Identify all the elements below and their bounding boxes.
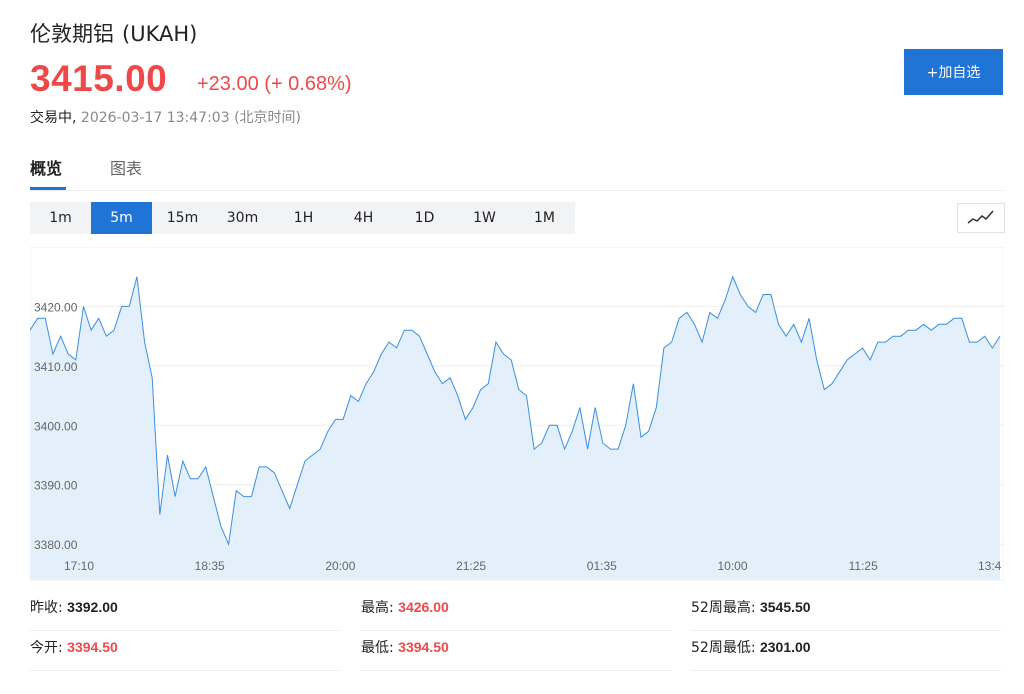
tab-bar: 概览 图表 bbox=[30, 150, 1004, 191]
stat-open: 今开: 3394.50 bbox=[30, 630, 340, 671]
trading-status: 交易中, 2026-03-17 13:47:03 (北京时间) bbox=[30, 107, 301, 127]
prev-close-value: 3392.00 bbox=[67, 599, 118, 615]
period-1w[interactable]: 1W bbox=[454, 202, 515, 234]
period-30m[interactable]: 30m bbox=[212, 202, 273, 234]
stat-52w-high: 52周最高: 3545.50 bbox=[691, 590, 1001, 631]
y-tick-label: 3380.00 bbox=[34, 538, 78, 552]
tab-chart[interactable]: 图表 bbox=[110, 155, 142, 179]
high-label: 最高: bbox=[361, 600, 394, 616]
stat-prev-close: 昨收: 3392.00 bbox=[30, 590, 340, 631]
instrument-name: 伦敦期铝 bbox=[30, 22, 114, 46]
x-tick-label: 10:00 bbox=[717, 559, 747, 573]
stat-low: 最低: 3394.50 bbox=[361, 630, 671, 671]
y-tick-label: 3400.00 bbox=[34, 419, 78, 433]
price-chart-svg: 3420.00 3410.00 3400.00 3390.00 3380.00 17:1… bbox=[29, 246, 1005, 581]
current-price: 3415.00 bbox=[30, 58, 168, 99]
price-change: +23.00 (+ 0.68%) bbox=[197, 73, 352, 95]
week52-high-value: 3545.50 bbox=[759, 599, 811, 615]
instrument-title: 伦敦期铝 (UKAH) bbox=[30, 18, 197, 48]
x-tick-label: 11:25 bbox=[849, 559, 878, 573]
x-tick-label: 17:10 bbox=[64, 559, 94, 573]
prev-close-label: 昨收: bbox=[30, 600, 63, 616]
x-tick-label: 18:35 bbox=[195, 559, 225, 573]
x-tick-label: 13:4 bbox=[978, 559, 1002, 573]
period-1mo[interactable]: 1M bbox=[514, 202, 575, 234]
y-tick-label: 3390.00 bbox=[34, 479, 78, 493]
stat-52w-low: 52周最低: 2301.00 bbox=[691, 630, 1001, 671]
active-tab-indicator bbox=[30, 187, 66, 190]
timestamp: 2026-03-17 13:47:03 bbox=[80, 110, 230, 126]
week52-low-value: 2301.00 bbox=[759, 639, 811, 655]
y-tick-label: 3410.00 bbox=[34, 360, 78, 374]
chart-type-button[interactable] bbox=[957, 203, 1005, 233]
week52-low-label: 52周最低: bbox=[691, 640, 756, 656]
x-tick-label: 01:35 bbox=[587, 559, 617, 573]
add-to-watchlist-button[interactable]: +加自选 bbox=[904, 49, 1003, 95]
open-value: 3394.50 bbox=[67, 639, 118, 655]
period-5m[interactable]: 5m bbox=[91, 202, 152, 234]
timezone-label: (北京时间) bbox=[234, 110, 301, 126]
period-4h[interactable]: 4H bbox=[333, 202, 394, 234]
period-1d[interactable]: 1D bbox=[394, 202, 455, 234]
period-1h[interactable]: 1H bbox=[273, 202, 334, 234]
low-label: 最低: bbox=[361, 640, 394, 656]
high-value: 3426.00 bbox=[398, 599, 449, 615]
period-selector: 1m 5m 15m 30m 1H 4H 1D 1W 1M bbox=[30, 202, 575, 234]
x-tick-label: 21:25 bbox=[456, 559, 486, 573]
price-chart: 3420.00 3410.00 3400.00 3390.00 3380.00 17:1… bbox=[29, 246, 1005, 585]
period-1m[interactable]: 1m bbox=[30, 202, 91, 234]
low-value: 3394.50 bbox=[398, 639, 449, 655]
stat-high: 最高: 3426.00 bbox=[361, 590, 671, 631]
week52-high-label: 52周最高: bbox=[691, 600, 756, 616]
open-label: 今开: bbox=[30, 640, 63, 656]
y-tick-label: 3420.00 bbox=[34, 300, 78, 314]
tab-overview[interactable]: 概览 bbox=[30, 155, 62, 179]
period-15m[interactable]: 15m bbox=[152, 202, 213, 234]
x-tick-label: 20:00 bbox=[325, 559, 355, 573]
price-row: 3415.00 bbox=[30, 58, 167, 100]
instrument-code: (UKAH) bbox=[122, 22, 198, 46]
line-chart-icon bbox=[967, 210, 994, 224]
status-label: 交易中, bbox=[30, 110, 77, 126]
